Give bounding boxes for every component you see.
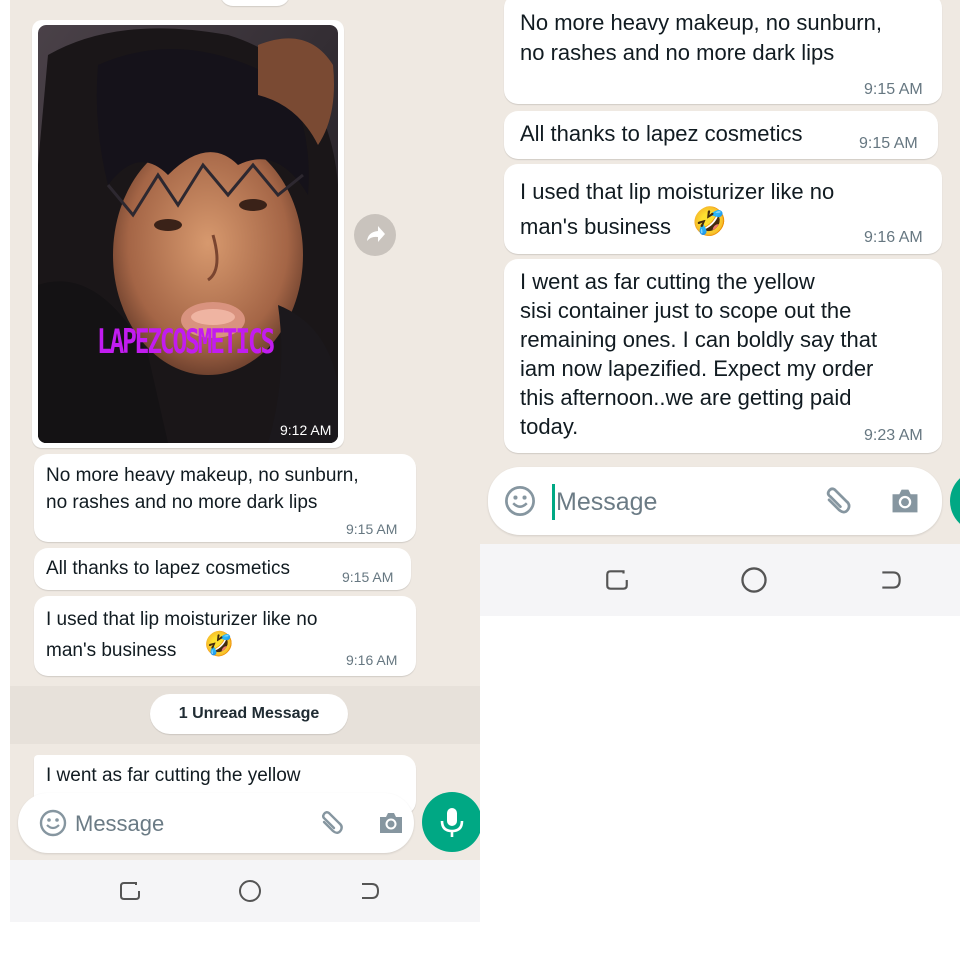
recents-icon[interactable]: [604, 567, 630, 593]
right-chat-screen: No more heavy makeup, no sunburn, no ras…: [480, 0, 960, 544]
message-text: No more heavy makeup, no sunburn, no ras…: [46, 465, 359, 513]
recents-icon[interactable]: [118, 879, 142, 903]
message-time: 9:15 AM: [864, 81, 923, 98]
forward-icon: [367, 226, 385, 242]
emoji-icon[interactable]: [503, 484, 537, 518]
message-text: I went as far cutting the yellow sisi co…: [520, 269, 878, 439]
camera-icon[interactable]: [888, 484, 922, 518]
message-time: 9:23 AM: [864, 427, 923, 444]
left-system-navbar: [10, 860, 480, 922]
message-text: I went as far cutting the yellow: [46, 765, 301, 786]
mic-icon: [440, 808, 464, 837]
message-bubble[interactable]: All thanks to lapez cosmetics 9:15 AM: [504, 111, 938, 159]
message-time: 9:15 AM: [342, 569, 394, 585]
photo-time: 9:12 AM: [280, 422, 332, 438]
home-icon[interactable]: [739, 565, 769, 595]
unread-divider-band: 1 Unread Message: [10, 686, 480, 744]
right-system-navbar: [480, 544, 960, 616]
message-time: 9:15 AM: [859, 135, 918, 152]
message-text: All thanks to lapez cosmetics: [46, 558, 290, 579]
message-text: No more heavy makeup, no sunburn, no ras…: [520, 10, 882, 65]
message-bubble[interactable]: No more heavy makeup, no sunburn, no ras…: [34, 454, 416, 542]
message-input[interactable]: Message: [556, 488, 657, 517]
text-cursor: [552, 484, 555, 520]
message-time: 9:15 AM: [346, 521, 398, 537]
photo-message[interactable]: LAPEZCOSMETICS 9:12 AM: [32, 20, 344, 448]
photo-watermark: LAPEZCOSMETICS: [97, 322, 275, 362]
message-time: 9:16 AM: [346, 652, 398, 668]
message-bubble[interactable]: I went as far cutting the yellow sisi co…: [504, 259, 942, 453]
back-icon[interactable]: [358, 879, 382, 903]
message-text: I used that lip moisturizer like no man'…: [520, 179, 835, 239]
mic-button[interactable]: [422, 792, 480, 852]
attach-icon[interactable]: [316, 808, 346, 838]
attach-icon[interactable]: [820, 484, 854, 518]
mic-button[interactable]: [950, 470, 960, 532]
message-bubble[interactable]: I used that lip moisturizer like no man'…: [504, 164, 942, 254]
message-input[interactable]: Message: [75, 811, 164, 837]
home-icon[interactable]: [237, 878, 263, 904]
message-input-bar[interactable]: Message: [18, 793, 414, 853]
message-time: 9:16 AM: [864, 229, 923, 246]
message-text: I used that lip moisturizer like no man'…: [46, 609, 318, 661]
camera-icon[interactable]: [376, 808, 406, 838]
rofl-emoji: 🤣: [204, 631, 234, 658]
unread-message-pill: 1 Unread Message: [150, 694, 348, 734]
message-text: All thanks to lapez cosmetics: [520, 121, 803, 146]
left-chat-screen: LAPEZCOSMETICS 9:12 AM No more heavy mak…: [10, 0, 480, 860]
rofl-emoji: 🤣: [692, 206, 727, 237]
emoji-icon[interactable]: [38, 808, 68, 838]
message-bubble[interactable]: All thanks to lapez cosmetics 9:15 AM: [34, 548, 411, 590]
message-bubble[interactable]: I used that lip moisturizer like no man'…: [34, 596, 416, 676]
selfie-photo[interactable]: [38, 25, 338, 443]
clipped-top-bubble: [220, 0, 290, 6]
message-bubble[interactable]: No more heavy makeup, no sunburn, no ras…: [504, 0, 942, 104]
back-icon[interactable]: [878, 567, 904, 593]
message-input-bar[interactable]: Message: [488, 467, 942, 535]
forward-button[interactable]: [354, 214, 396, 256]
